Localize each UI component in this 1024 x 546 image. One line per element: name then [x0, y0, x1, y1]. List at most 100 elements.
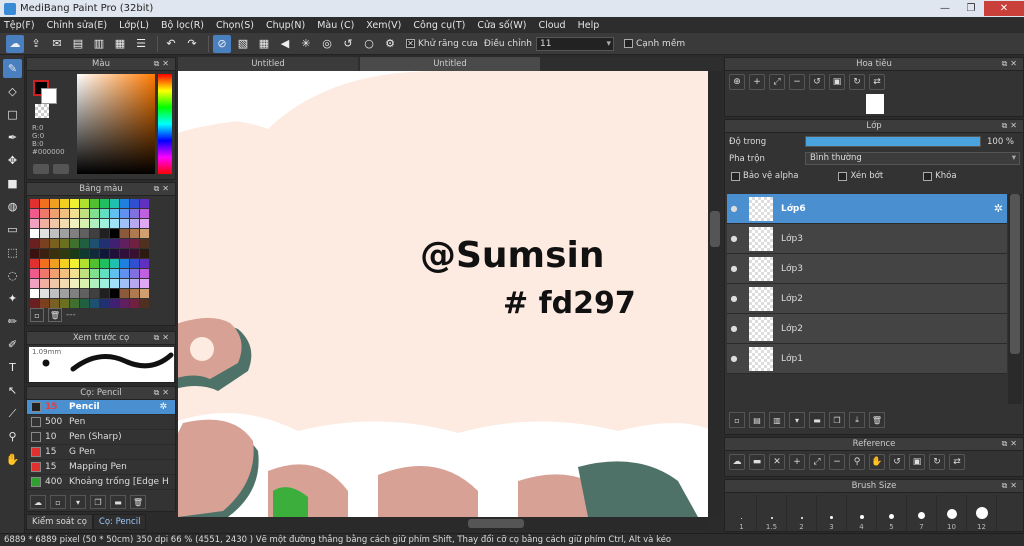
snap-off-icon[interactable]: ⊘	[213, 34, 231, 53]
list-icon[interactable]: ☰	[132, 35, 150, 53]
palette-swatch[interactable]	[70, 289, 79, 298]
brush-item[interactable]: 10 Pen (Sharp)	[27, 430, 175, 445]
brush-item[interactable]: 15 Pencil ✲	[27, 400, 175, 415]
menu-edit[interactable]: Chỉnh sửa(E)	[47, 20, 108, 31]
new-brush-icon[interactable]: ▫	[50, 495, 66, 509]
folder-icon[interactable]: ▬	[809, 412, 825, 428]
palette-swatch[interactable]	[120, 239, 129, 248]
palette-swatch[interactable]	[100, 299, 109, 308]
brush-size-option[interactable]: 3	[817, 495, 847, 531]
alpha-protect-checkbox[interactable]: Bảo vệ alpha	[731, 171, 798, 181]
radial-snap-icon[interactable]: ✳	[297, 35, 315, 53]
palette-swatch[interactable]	[110, 219, 119, 228]
palette-swatch[interactable]	[140, 239, 149, 248]
lock-checkbox[interactable]: Khóa	[923, 171, 957, 181]
cloud-icon[interactable]: ☁	[729, 454, 745, 470]
navigator-thumbnail[interactable]	[866, 94, 884, 114]
palette-swatch[interactable]	[90, 219, 99, 228]
menu-file[interactable]: Tệp(F)	[4, 20, 35, 31]
delete-brush-icon[interactable]: 🗑	[130, 495, 146, 509]
brush-size-option[interactable]: 5	[877, 495, 907, 531]
layer-item[interactable]: ● Lớp2	[727, 314, 1007, 344]
palette-swatch[interactable]	[100, 229, 109, 238]
palette-swatch[interactable]	[140, 209, 149, 218]
panel-controls-icon[interactable]: ⧉✕	[154, 332, 172, 344]
palette-swatch[interactable]	[90, 259, 99, 268]
palette-swatch[interactable]	[30, 269, 39, 278]
palette-swatch[interactable]	[130, 239, 139, 248]
palette-swatch[interactable]	[130, 299, 139, 308]
scroll-thumb[interactable]	[710, 211, 720, 247]
palette-swatch[interactable]	[40, 219, 49, 228]
panel-controls-icon[interactable]: ⧉✕	[154, 183, 172, 195]
visibility-icon[interactable]: ●	[727, 354, 741, 363]
palette-swatch[interactable]	[130, 259, 139, 268]
palette-swatch[interactable]	[60, 209, 69, 218]
drawing-canvas[interactable]: @Sumsin # fd297	[178, 71, 708, 517]
layer-item[interactable]: ● Lớp3	[727, 224, 1007, 254]
divide-tool-icon[interactable]: ⟋	[3, 404, 22, 423]
palette-swatch[interactable]	[50, 219, 59, 228]
palette-swatches[interactable]	[30, 199, 158, 309]
rotate-right-icon[interactable]: ↻	[849, 74, 865, 90]
palette-swatch[interactable]	[70, 199, 79, 208]
zoom-out-icon[interactable]: −	[789, 74, 805, 90]
palette-swatch[interactable]	[100, 279, 109, 288]
layer-item[interactable]: ● Lớp2	[727, 284, 1007, 314]
palette-swatch[interactable]	[40, 259, 49, 268]
palette-swatch[interactable]	[30, 209, 39, 218]
ellipse-snap-icon[interactable]: ○	[360, 35, 378, 53]
palette-swatch[interactable]	[110, 289, 119, 298]
select-eraser-tool-icon[interactable]: ✐	[3, 335, 22, 354]
palette-swatch[interactable]	[40, 199, 49, 208]
palette-swatch[interactable]	[120, 199, 129, 208]
tab-document-1[interactable]: Untitled	[178, 57, 358, 71]
page-icon[interactable]: ▥	[90, 35, 108, 53]
palette-swatch[interactable]	[90, 299, 99, 308]
palette-swatch[interactable]	[130, 209, 139, 218]
open-folder-icon[interactable]: ▬	[749, 454, 765, 470]
palette-swatch[interactable]	[140, 199, 149, 208]
palette-swatch[interactable]	[50, 249, 59, 258]
tab-brush-control[interactable]: Kiểm soát cọ	[26, 514, 93, 530]
close-icon[interactable]: ✕	[769, 454, 785, 470]
palette-swatch[interactable]	[130, 289, 139, 298]
palette-swatch[interactable]	[70, 249, 79, 258]
palette-swatch[interactable]	[90, 199, 99, 208]
add-brush-icon[interactable]: ▾	[70, 495, 86, 509]
palette-swatch[interactable]	[50, 199, 59, 208]
palette-swatch[interactable]	[60, 259, 69, 268]
cloud-brush-icon[interactable]: ☁	[30, 495, 46, 509]
fit-window-icon[interactable]: ▣	[909, 454, 925, 470]
brush-size-option[interactable]: 7	[907, 495, 937, 531]
copy-brush-icon[interactable]: ❐	[90, 495, 106, 509]
palette-swatch[interactable]	[60, 239, 69, 248]
menu-tools[interactable]: Công cụ(T)	[413, 20, 465, 31]
delete-layer-icon[interactable]: 🗑	[869, 412, 885, 428]
palette-swatch[interactable]	[30, 289, 39, 298]
cloud-icon[interactable]: ☁	[6, 34, 24, 53]
palette-swatch[interactable]	[70, 299, 79, 308]
palette-swatch[interactable]	[140, 259, 149, 268]
palette-swatch[interactable]	[110, 209, 119, 218]
fill-rect-tool-icon[interactable]: ■	[3, 174, 22, 193]
palette-swatch[interactable]	[110, 199, 119, 208]
palette-swatch[interactable]	[50, 269, 59, 278]
palette-swatch[interactable]	[40, 279, 49, 288]
saturation-value-picker[interactable]	[77, 74, 155, 174]
tab-document-2[interactable]: Untitled	[360, 57, 540, 71]
palette-swatch[interactable]	[80, 299, 89, 308]
palette-swatch[interactable]	[100, 259, 109, 268]
palette-swatch[interactable]	[80, 199, 89, 208]
palette-swatch[interactable]	[30, 249, 39, 258]
operation-tool-icon[interactable]: ↖	[3, 381, 22, 400]
minimize-button[interactable]: —	[932, 1, 958, 16]
palette-swatch[interactable]	[80, 209, 89, 218]
palette-swatch[interactable]	[120, 209, 129, 218]
palette-swatch[interactable]	[140, 279, 149, 288]
palette-swatch[interactable]	[130, 269, 139, 278]
text-tool-icon[interactable]: T	[3, 358, 22, 377]
fit-icon[interactable]: ⤢	[769, 74, 785, 90]
tab-brush[interactable]: Cọ: Pencil	[92, 514, 147, 530]
palette-swatch[interactable]	[70, 259, 79, 268]
